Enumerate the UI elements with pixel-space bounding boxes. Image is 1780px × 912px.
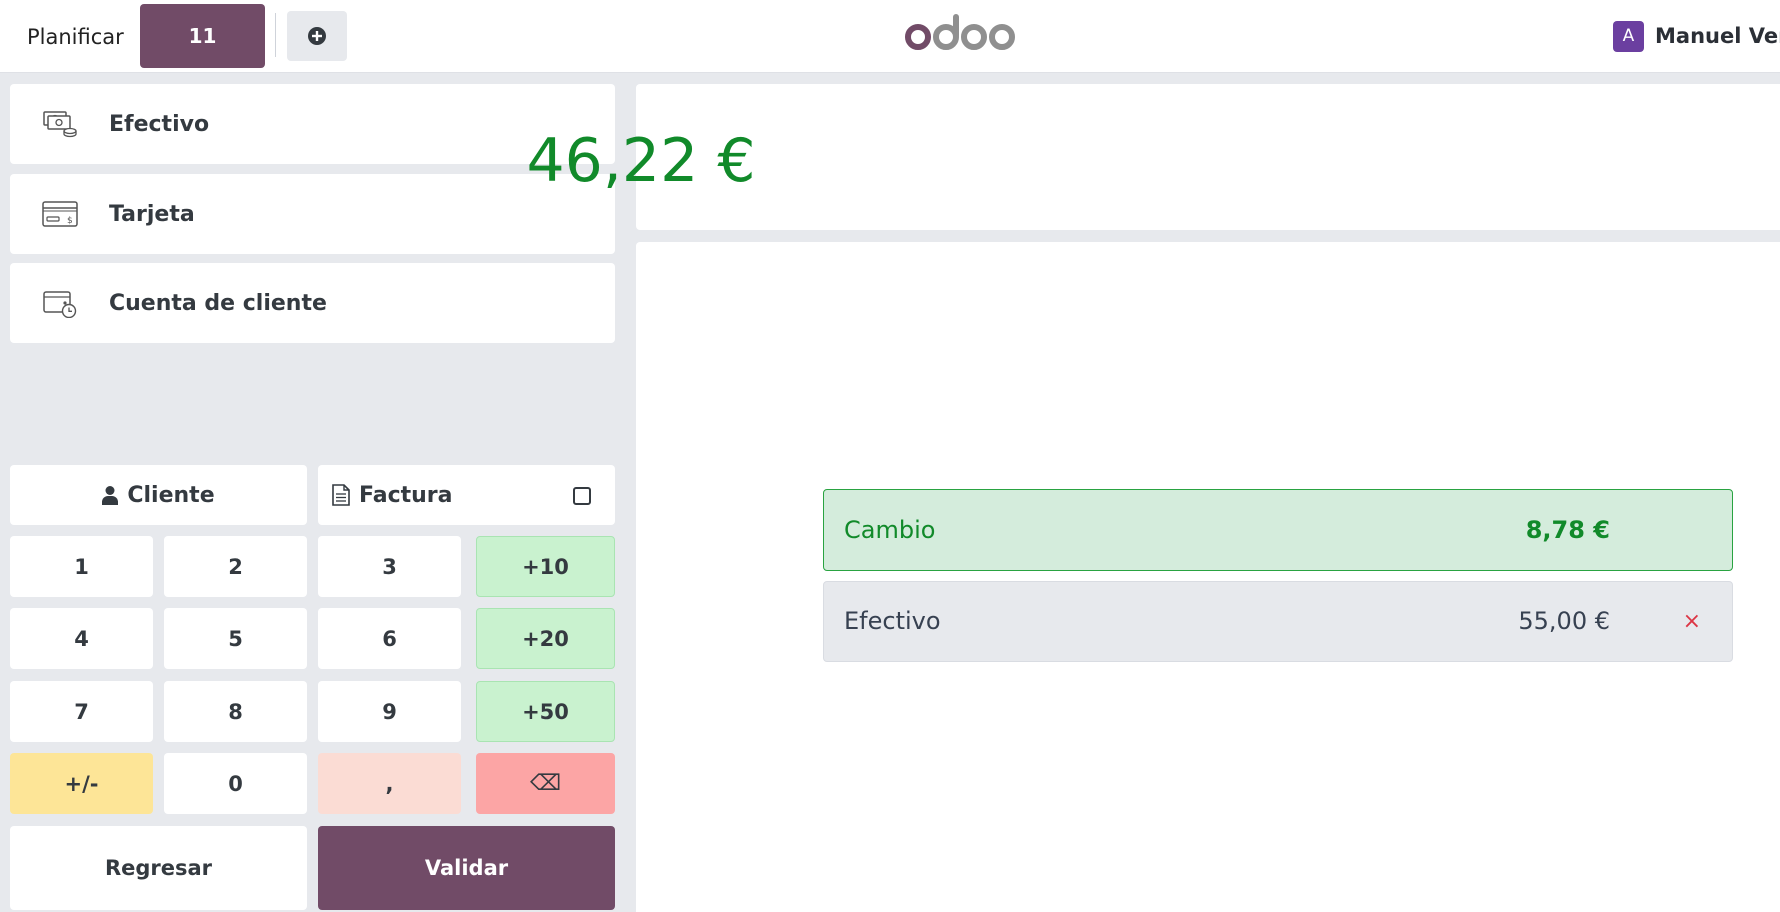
- invoice-label: Factura: [359, 482, 453, 508]
- numpad-key-4[interactable]: 4: [10, 608, 153, 669]
- order-tab[interactable]: 11: [140, 4, 265, 68]
- numpad-key-7[interactable]: 7: [10, 681, 153, 742]
- payment-line-label: Efectivo: [844, 607, 941, 635]
- back-button[interactable]: Regresar: [10, 826, 307, 910]
- numpad-key-plus10[interactable]: +10: [476, 536, 615, 597]
- validate-button[interactable]: Validar: [318, 826, 615, 910]
- payment-line-amount: 55,00 €: [1518, 607, 1610, 635]
- change-row: Cambio 8,78 €: [823, 489, 1733, 571]
- numpad-key-5[interactable]: 5: [164, 608, 307, 669]
- numpad-key-9[interactable]: 9: [318, 681, 461, 742]
- numpad-key-8[interactable]: 8: [164, 681, 307, 742]
- numpad-key-plus50[interactable]: +50: [476, 681, 615, 742]
- top-bar: Planificar 11 A Manuel Verd: [0, 0, 1780, 73]
- odoo-logo: [901, 10, 1021, 56]
- new-order-button[interactable]: [287, 11, 347, 61]
- payment-method-label: Tarjeta: [109, 201, 195, 227]
- remove-payment-icon[interactable]: ×: [1683, 582, 1701, 661]
- change-label: Cambio: [844, 516, 936, 544]
- wallet-clock-icon: [40, 287, 80, 319]
- numpad-key-plus20[interactable]: +20: [476, 608, 615, 669]
- numpad-key-1[interactable]: 1: [10, 536, 153, 597]
- user-icon: [102, 486, 119, 505]
- customer-button[interactable]: Cliente: [10, 465, 307, 525]
- svg-text:$: $: [67, 216, 73, 226]
- numpad-key-3[interactable]: 3: [318, 536, 461, 597]
- plus-circle-icon: [308, 27, 326, 45]
- numpad-key-6[interactable]: 6: [318, 608, 461, 669]
- numpad-key-decimal[interactable]: ,: [318, 753, 461, 814]
- backspace-icon: ⌫: [529, 771, 562, 796]
- avatar: A: [1613, 20, 1644, 52]
- document-icon: [332, 484, 350, 506]
- payment-method-customer-account[interactable]: Cuenta de cliente: [10, 263, 615, 343]
- payment-line-cash[interactable]: Efectivo 55,00 € ×: [823, 581, 1733, 662]
- payment-lines-panel: [636, 242, 1780, 912]
- divider: [275, 13, 276, 57]
- invoice-toggle[interactable]: Factura: [318, 465, 615, 525]
- card-icon: $: [40, 198, 80, 230]
- user-name: Manuel Verd: [1655, 24, 1780, 48]
- payment-method-label: Cuenta de cliente: [109, 290, 327, 316]
- total-amount: 46,22 €: [526, 126, 756, 196]
- customer-label: Cliente: [127, 482, 215, 508]
- numpad-key-2[interactable]: 2: [164, 536, 307, 597]
- numpad-key-sign[interactable]: +/-: [10, 753, 153, 814]
- numpad-key-0[interactable]: 0: [164, 753, 307, 814]
- numpad-key-backspace[interactable]: ⌫: [476, 753, 615, 814]
- invoice-checkbox[interactable]: [573, 487, 591, 505]
- change-value: 8,78 €: [1525, 516, 1610, 544]
- plan-button[interactable]: Planificar: [12, 17, 139, 57]
- user-menu[interactable]: A Manuel Verd: [1613, 20, 1780, 52]
